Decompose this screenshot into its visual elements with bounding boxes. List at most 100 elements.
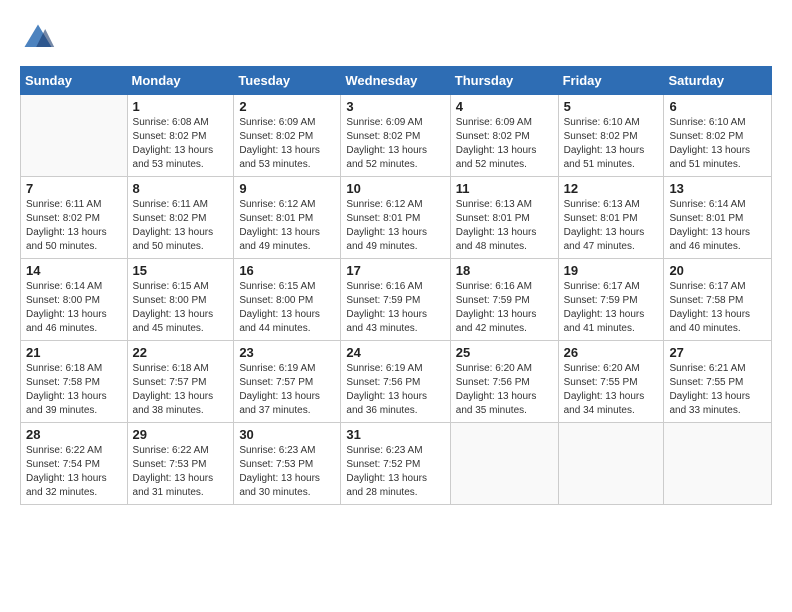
day-number: 16 [239, 263, 335, 278]
day-detail: Sunrise: 6:11 AM Sunset: 8:02 PM Dayligh… [26, 198, 122, 254]
header-row: SundayMondayTuesdayWednesdayThursdayFrid… [21, 67, 772, 95]
calendar-cell: 11 Sunrise: 6:13 AM Sunset: 8:01 PM Dayli… [450, 177, 558, 259]
calendar-cell: 15 Sunrise: 6:15 AM Sunset: 8:00 PM Dayli… [127, 259, 234, 341]
day-detail: Sunrise: 6:22 AM Sunset: 7:53 PM Dayligh… [133, 444, 229, 500]
calendar-cell: 23 Sunrise: 6:19 AM Sunset: 7:57 PM Dayli… [234, 341, 341, 423]
day-number: 31 [346, 427, 444, 442]
calendar-cell: 10Sunrise: 6:12 AM Sunset: 8:01 PM Dayli… [341, 177, 450, 259]
day-detail: Sunrise: 6:22 AM Sunset: 7:54 PM Dayligh… [26, 444, 122, 500]
calendar-cell: 25 Sunrise: 6:20 AM Sunset: 7:56 PM Dayli… [450, 341, 558, 423]
calendar-cell: 31 Sunrise: 6:23 AM Sunset: 7:52 PM Dayli… [341, 423, 450, 505]
day-number: 6 [669, 99, 766, 114]
logo-icon [20, 20, 56, 56]
calendar-cell: 26 Sunrise: 6:20 AM Sunset: 7:55 PM Dayli… [558, 341, 664, 423]
day-number: 8 [133, 181, 229, 196]
logo [20, 20, 60, 56]
calendar-cell: 21 Sunrise: 6:18 AM Sunset: 7:58 PM Dayli… [21, 341, 128, 423]
calendar-cell: 13 Sunrise: 6:14 AM Sunset: 8:01 PM Dayli… [664, 177, 772, 259]
calendar-cell: 4Sunrise: 6:09 AM Sunset: 8:02 PM Daylig… [450, 95, 558, 177]
calendar-cell: 24 Sunrise: 6:19 AM Sunset: 7:56 PM Dayli… [341, 341, 450, 423]
day-detail: Sunrise: 6:11 AM Sunset: 8:02 PM Dayligh… [133, 198, 229, 254]
day-detail: Sunrise: 6:12 AM Sunset: 8:01 PM Dayligh… [239, 198, 335, 254]
day-number: 11 [456, 181, 553, 196]
day-number: 5 [564, 99, 659, 114]
calendar-cell: 8 Sunrise: 6:11 AM Sunset: 8:02 PM Daylig… [127, 177, 234, 259]
calendar-cell: 27 Sunrise: 6:21 AM Sunset: 7:55 PM Dayli… [664, 341, 772, 423]
calendar-cell: 16 Sunrise: 6:15 AM Sunset: 8:00 PM Dayli… [234, 259, 341, 341]
day-number: 10 [346, 181, 444, 196]
calendar-cell: 29 Sunrise: 6:22 AM Sunset: 7:53 PM Dayli… [127, 423, 234, 505]
day-detail: Sunrise: 6:09 AM Sunset: 8:02 PM Dayligh… [456, 116, 553, 172]
day-detail: Sunrise: 6:14 AM Sunset: 8:01 PM Dayligh… [669, 198, 766, 254]
header-monday: Monday [127, 67, 234, 95]
calendar-cell: 9 Sunrise: 6:12 AM Sunset: 8:01 PM Daylig… [234, 177, 341, 259]
day-number: 9 [239, 181, 335, 196]
calendar-table: SundayMondayTuesdayWednesdayThursdayFrid… [20, 66, 772, 505]
day-number: 29 [133, 427, 229, 442]
header-sunday: Sunday [21, 67, 128, 95]
day-detail: Sunrise: 6:09 AM Sunset: 8:02 PM Dayligh… [346, 116, 444, 172]
day-number: 27 [669, 345, 766, 360]
day-detail: Sunrise: 6:19 AM Sunset: 7:56 PM Dayligh… [346, 362, 444, 418]
header-tuesday: Tuesday [234, 67, 341, 95]
calendar-cell: 12Sunrise: 6:13 AM Sunset: 8:01 PM Dayli… [558, 177, 664, 259]
day-detail: Sunrise: 6:18 AM Sunset: 7:58 PM Dayligh… [26, 362, 122, 418]
day-number: 21 [26, 345, 122, 360]
day-number: 28 [26, 427, 122, 442]
calendar-body: 1 Sunrise: 6:08 AM Sunset: 8:02 PM Daylig… [21, 95, 772, 505]
day-number: 7 [26, 181, 122, 196]
day-number: 26 [564, 345, 659, 360]
calendar-cell [558, 423, 664, 505]
day-number: 15 [133, 263, 229, 278]
day-detail: Sunrise: 6:19 AM Sunset: 7:57 PM Dayligh… [239, 362, 335, 418]
day-number: 14 [26, 263, 122, 278]
calendar-cell: 19 Sunrise: 6:17 AM Sunset: 7:59 PM Dayli… [558, 259, 664, 341]
day-number: 23 [239, 345, 335, 360]
day-detail: Sunrise: 6:13 AM Sunset: 8:01 PM Dayligh… [456, 198, 553, 254]
day-number: 19 [564, 263, 659, 278]
calendar-cell: 30 Sunrise: 6:23 AM Sunset: 7:53 PM Dayli… [234, 423, 341, 505]
day-number: 20 [669, 263, 766, 278]
day-detail: Sunrise: 6:10 AM Sunset: 8:02 PM Dayligh… [669, 116, 766, 172]
day-number: 13 [669, 181, 766, 196]
calendar-cell: 18Sunrise: 6:16 AM Sunset: 7:59 PM Dayli… [450, 259, 558, 341]
day-detail: Sunrise: 6:10 AM Sunset: 8:02 PM Dayligh… [564, 116, 659, 172]
calendar-cell: 28 Sunrise: 6:22 AM Sunset: 7:54 PM Dayli… [21, 423, 128, 505]
calendar-cell [21, 95, 128, 177]
calendar-week-3: 14Sunrise: 6:14 AM Sunset: 8:00 PM Dayli… [21, 259, 772, 341]
day-detail: Sunrise: 6:16 AM Sunset: 7:59 PM Dayligh… [346, 280, 444, 336]
day-number: 25 [456, 345, 553, 360]
calendar-week-4: 21 Sunrise: 6:18 AM Sunset: 7:58 PM Dayli… [21, 341, 772, 423]
day-number: 17 [346, 263, 444, 278]
day-detail: Sunrise: 6:08 AM Sunset: 8:02 PM Dayligh… [133, 116, 229, 172]
calendar-cell [664, 423, 772, 505]
day-detail: Sunrise: 6:18 AM Sunset: 7:57 PM Dayligh… [133, 362, 229, 418]
day-detail: Sunrise: 6:09 AM Sunset: 8:02 PM Dayligh… [239, 116, 335, 172]
day-number: 30 [239, 427, 335, 442]
calendar-cell: 3Sunrise: 6:09 AM Sunset: 8:02 PM Daylig… [341, 95, 450, 177]
day-number: 22 [133, 345, 229, 360]
calendar-week-2: 7 Sunrise: 6:11 AM Sunset: 8:02 PM Daylig… [21, 177, 772, 259]
day-detail: Sunrise: 6:17 AM Sunset: 7:59 PM Dayligh… [564, 280, 659, 336]
day-detail: Sunrise: 6:21 AM Sunset: 7:55 PM Dayligh… [669, 362, 766, 418]
day-number: 2 [239, 99, 335, 114]
day-number: 1 [133, 99, 229, 114]
day-detail: Sunrise: 6:20 AM Sunset: 7:56 PM Dayligh… [456, 362, 553, 418]
header-friday: Friday [558, 67, 664, 95]
calendar-cell: 5 Sunrise: 6:10 AM Sunset: 8:02 PM Daylig… [558, 95, 664, 177]
day-detail: Sunrise: 6:20 AM Sunset: 7:55 PM Dayligh… [564, 362, 659, 418]
day-detail: Sunrise: 6:15 AM Sunset: 8:00 PM Dayligh… [133, 280, 229, 336]
page-header [20, 20, 772, 56]
calendar-cell: 7 Sunrise: 6:11 AM Sunset: 8:02 PM Daylig… [21, 177, 128, 259]
day-number: 24 [346, 345, 444, 360]
day-detail: Sunrise: 6:23 AM Sunset: 7:52 PM Dayligh… [346, 444, 444, 500]
calendar-week-5: 28 Sunrise: 6:22 AM Sunset: 7:54 PM Dayli… [21, 423, 772, 505]
day-detail: Sunrise: 6:23 AM Sunset: 7:53 PM Dayligh… [239, 444, 335, 500]
calendar-cell: 20 Sunrise: 6:17 AM Sunset: 7:58 PM Dayli… [664, 259, 772, 341]
day-number: 18 [456, 263, 553, 278]
header-thursday: Thursday [450, 67, 558, 95]
day-detail: Sunrise: 6:13 AM Sunset: 8:01 PM Dayligh… [564, 198, 659, 254]
calendar-cell: 22 Sunrise: 6:18 AM Sunset: 7:57 PM Dayli… [127, 341, 234, 423]
day-detail: Sunrise: 6:17 AM Sunset: 7:58 PM Dayligh… [669, 280, 766, 336]
day-detail: Sunrise: 6:15 AM Sunset: 8:00 PM Dayligh… [239, 280, 335, 336]
